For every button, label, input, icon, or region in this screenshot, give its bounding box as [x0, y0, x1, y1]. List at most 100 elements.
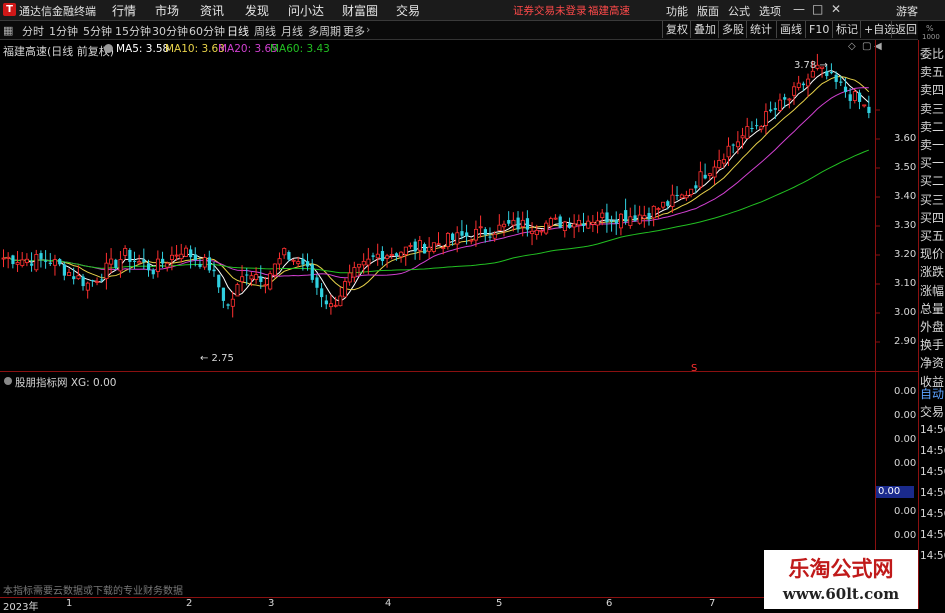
candle: [764, 103, 769, 135]
x-axis-label: 4: [385, 598, 392, 609]
candle: [558, 214, 562, 229]
candle: [268, 270, 273, 291]
candle: [502, 220, 507, 237]
quote-label-sell2: 卖二: [920, 119, 945, 134]
candle: [174, 245, 179, 261]
candle: [207, 250, 212, 273]
tick-time: 14:56: [920, 445, 945, 457]
watermark-url: www.60lt.com: [782, 585, 900, 603]
price-label: 3.50: [894, 162, 917, 173]
candle: [497, 214, 502, 231]
quote-label-change: 涨跌: [920, 265, 945, 280]
candle: [595, 211, 600, 234]
quote-label-weibi: 委比: [920, 47, 945, 61]
candle: [483, 227, 487, 243]
candle: [39, 250, 43, 268]
indicator-name: 股朋指标网: [15, 377, 68, 389]
candle: [740, 127, 745, 149]
candle: [516, 211, 520, 233]
candle: [277, 252, 282, 271]
quote-label-buy1: 买一: [920, 156, 945, 171]
candle: [366, 247, 371, 275]
candle: [53, 254, 58, 276]
candle: [829, 63, 834, 75]
candle: [712, 160, 717, 185]
candle: [371, 252, 375, 261]
candle: [15, 250, 20, 272]
candle: [436, 232, 441, 246]
candle: [684, 190, 689, 201]
candle: [755, 118, 759, 130]
thousand-label: 1000: [922, 33, 940, 41]
percent-sign: %: [926, 24, 934, 33]
candle: [193, 247, 197, 267]
x-axis-label: 2023年: [3, 602, 39, 613]
candle: [731, 143, 735, 154]
candle: [806, 73, 811, 97]
candle: [759, 125, 764, 133]
candle: [698, 161, 703, 190]
quote-label-price: 现价: [920, 247, 945, 262]
candle: [769, 101, 773, 113]
x-axis-label: 1: [66, 598, 73, 609]
candle: [661, 201, 666, 210]
candle: [58, 258, 62, 267]
footnote: 本指标需要云数据或下载的专业财务数据: [3, 586, 183, 597]
ma60-line: [3, 149, 870, 274]
candle: [263, 276, 268, 294]
candle: [24, 253, 29, 267]
price-label: 3.30: [894, 220, 917, 231]
candle: [306, 253, 310, 271]
candle: [347, 264, 352, 286]
candle: [670, 184, 675, 213]
sub-scale-label: 0.00: [894, 434, 917, 445]
candle: [352, 261, 357, 283]
x-axis-label: 2: [186, 598, 193, 609]
candle: [553, 214, 558, 220]
candle: [689, 188, 694, 198]
candle: [417, 235, 422, 261]
candle: [389, 247, 394, 260]
tick-time: 14:56: [920, 424, 945, 436]
candle: [151, 268, 155, 279]
candle: [324, 294, 328, 310]
high-price-label: 3.78 →: [794, 60, 828, 71]
candle: [778, 93, 783, 113]
candle: [184, 245, 189, 258]
x-axis-label: 5: [496, 598, 503, 609]
candle: [338, 287, 343, 307]
candle: [282, 247, 287, 259]
quote-label-net-asset: 净资: [920, 356, 945, 371]
ma20-line: [3, 87, 869, 279]
candle: [399, 251, 404, 263]
candle: [123, 245, 128, 260]
candle: [34, 249, 39, 272]
candlestick-chart[interactable]: 3.78 → ← 2.75 S: [0, 0, 918, 600]
candle: [343, 278, 348, 298]
x-axis-label: 7: [709, 598, 716, 609]
candle: [544, 220, 549, 236]
candle: [750, 121, 754, 133]
trade-label[interactable]: 交易: [920, 403, 944, 420]
candle: [385, 253, 390, 268]
candle: [11, 254, 15, 269]
quote-label-sell4: 卖四: [920, 83, 945, 98]
price-label: 3.10: [894, 278, 917, 289]
quote-label-sell5: 卖五: [920, 65, 945, 80]
candle: [796, 75, 801, 91]
indicator-settings-icon[interactable]: [4, 377, 12, 385]
sub-scale-label: 0.00: [894, 506, 917, 517]
candle: [848, 87, 852, 109]
indicator-title: 股朋指标网 XG: 0.00: [15, 375, 116, 390]
quote-label-outer: 外盘: [920, 320, 945, 334]
quote-label-change-pct: 涨幅: [920, 283, 945, 298]
candle: [637, 205, 642, 225]
quote-label-sell3: 卖三: [920, 101, 945, 116]
xg-value: XG: 0.00: [70, 377, 117, 389]
quote-label-buy4: 买四: [920, 210, 945, 225]
candle: [202, 253, 207, 270]
candle: [408, 242, 413, 249]
candle: [656, 207, 661, 219]
candle: [792, 82, 797, 105]
auto-trade-label[interactable]: 自动: [920, 385, 944, 402]
